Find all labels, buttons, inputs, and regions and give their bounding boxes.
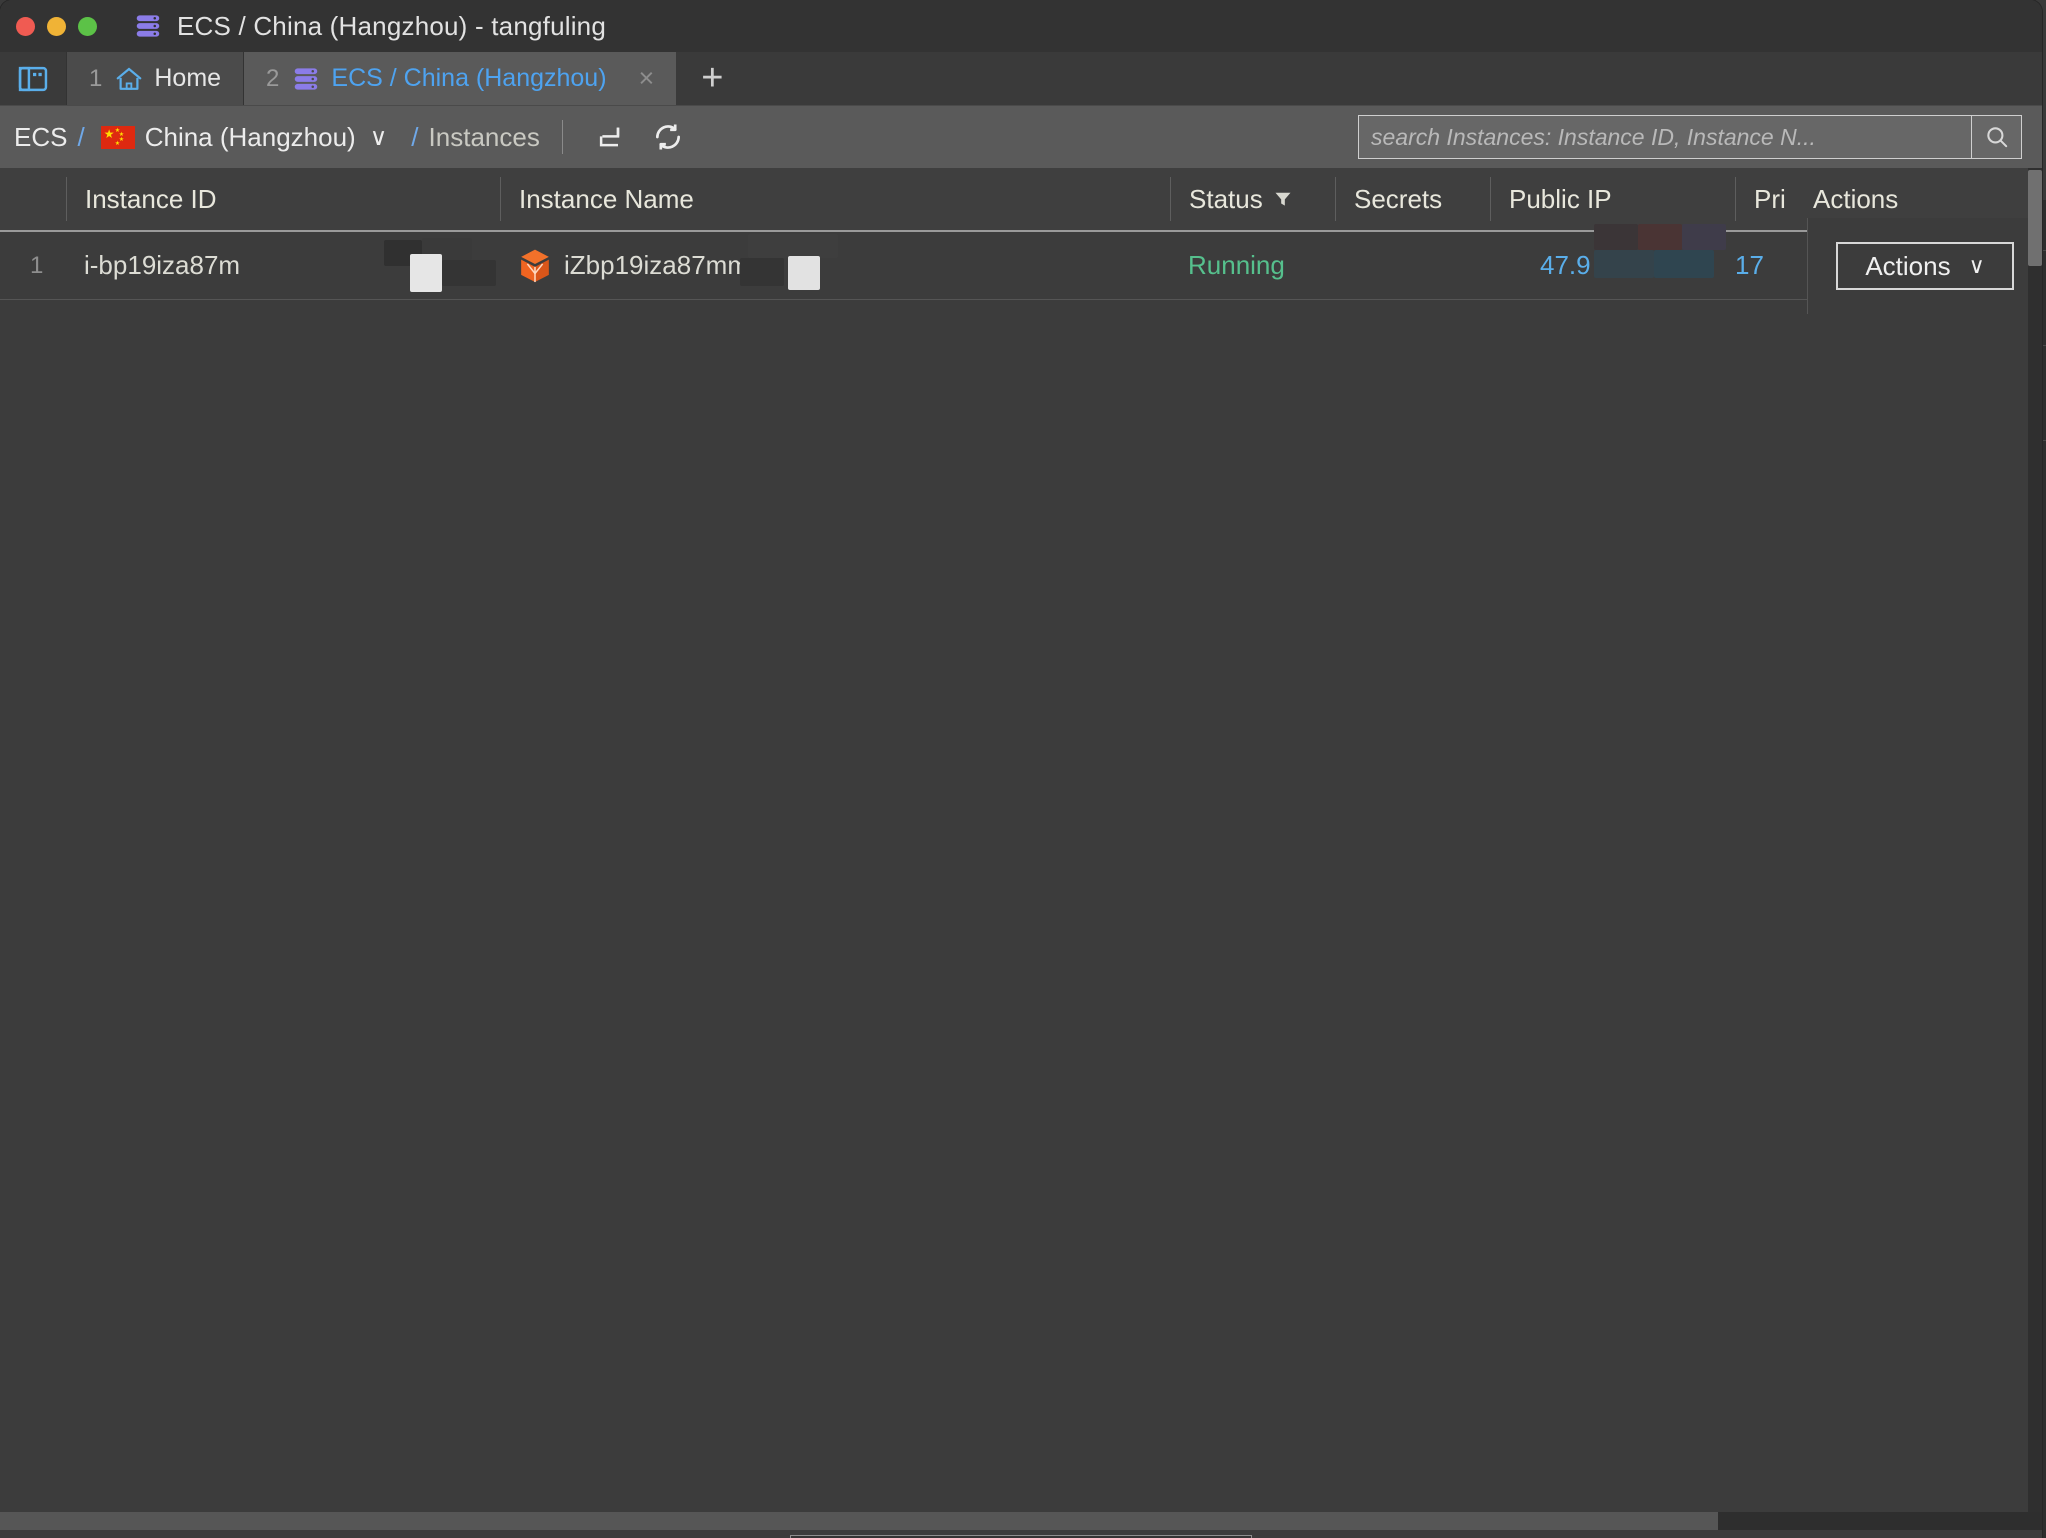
desktop: e li 9a ECS / China (Hangzhou) - t [0, 0, 2046, 1538]
horizontal-scrollbar-thumb[interactable] [0, 1512, 1718, 1530]
column-header-status-label: Status [1189, 183, 1263, 214]
cell-public-ip-text: 47.9 [1540, 250, 1591, 280]
server-icon [133, 11, 163, 41]
column-header-public-ip[interactable]: Public IP [1490, 177, 1735, 221]
application-window: ECS / China (Hangzhou) - tangfuling 1 Ho… [0, 0, 2042, 1538]
status-message: loaded 1 items / total 1 items [790, 1534, 1252, 1538]
cell-instance-id-text: i-bp19iza87m [84, 250, 241, 280]
table-row[interactable]: 1 i-bp19iza87m iZbp19iza87mm Running 47.… [0, 218, 2042, 314]
cell-actions: Actions ∨ [1807, 218, 2042, 314]
breadcrumb-separator-2: / [411, 121, 419, 152]
window-title: ECS / China (Hangzhou) - tangfuling [177, 10, 607, 41]
tab-home-number: 1 [89, 64, 103, 92]
redaction-block [1594, 249, 1654, 278]
redaction-block [384, 239, 422, 266]
window-list-icon[interactable] [0, 52, 66, 105]
tab-bar: 1 Home 2 ECS / China (Hangzhou) × + [0, 52, 2042, 106]
redaction-block [1654, 249, 1714, 278]
cell-public-ip[interactable]: 47.9 [1490, 223, 1735, 300]
maximize-window-button[interactable] [78, 16, 97, 36]
china-flag-icon: ★ ★ ★ ★ ★ [100, 125, 135, 149]
breadcrumb-service[interactable]: ECS [14, 122, 67, 153]
row-index: 1 [30, 251, 44, 279]
cell-instance-name-text: iZbp19iza87mm [564, 250, 749, 280]
server-icon [291, 64, 321, 94]
search-input[interactable] [1359, 116, 1971, 158]
redaction-block [422, 237, 472, 260]
filter-funnel-icon[interactable] [1273, 189, 1293, 209]
column-header-private-ip-label: Pri [1754, 183, 1786, 214]
breadcrumb-toolbar: ECS / ★ ★ ★ ★ ★ China (Hangzhou) ∨ / Ins… [0, 106, 2042, 168]
redaction-block [442, 259, 496, 286]
column-header-status[interactable]: Status [1170, 177, 1335, 221]
column-header-index [0, 177, 66, 221]
tab-bar-empty-space [748, 52, 2042, 105]
chevron-down-icon: ∨ [1968, 253, 1985, 278]
cell-instance-id[interactable]: i-bp19iza87m [66, 232, 500, 300]
vertical-scrollbar[interactable] [2028, 168, 2042, 1530]
cell-instance-name[interactable]: iZbp19iza87mm [500, 232, 1170, 300]
orange-cube-icon [518, 248, 552, 284]
close-icon[interactable]: × [639, 65, 655, 92]
redaction-block [410, 253, 442, 292]
refresh-icon[interactable] [645, 114, 691, 160]
column-header-actions: Actions [1803, 177, 2038, 221]
column-header-private-ip[interactable]: Pri [1735, 177, 1803, 221]
instances-table: Instance ID Instance Name Status Secrets [0, 168, 2042, 1530]
tab-ecs-number: 2 [266, 64, 280, 92]
redaction-block [748, 233, 838, 258]
actions-button-label: Actions [1865, 250, 1951, 281]
column-header-instance-name[interactable]: Instance Name [500, 177, 1170, 221]
close-window-button[interactable] [16, 16, 35, 36]
column-header-public-ip-label: Public IP [1509, 183, 1612, 214]
title-bar: ECS / China (Hangzhou) - tangfuling [0, 0, 2042, 52]
table-header-row: Instance ID Instance Name Status Secrets [0, 168, 2042, 232]
toolbar-divider [561, 120, 563, 154]
new-tab-button[interactable]: + [676, 52, 749, 105]
cell-private-ip[interactable]: 17 [1735, 232, 1803, 300]
actions-button[interactable]: Actions ∨ [1836, 242, 2014, 290]
chevron-down-icon[interactable]: ∨ [370, 123, 388, 152]
horizontal-scrollbar[interactable] [0, 1512, 2042, 1530]
redaction-block [788, 255, 820, 290]
breadcrumb-region[interactable]: China (Hangzhou) [145, 122, 356, 153]
cell-status: Running [1188, 250, 1285, 280]
column-header-instance-id[interactable]: Instance ID [66, 177, 500, 221]
vertical-scrollbar-thumb[interactable] [2028, 170, 2042, 266]
minimize-window-button[interactable] [47, 16, 66, 36]
breadcrumb-resource[interactable]: Instances [429, 122, 540, 153]
column-header-instance-name-label: Instance Name [519, 183, 694, 214]
column-header-actions-label: Actions [1813, 183, 1899, 214]
column-header-secrets-label: Secrets [1354, 183, 1443, 214]
column-header-secrets[interactable]: Secrets [1335, 177, 1490, 221]
home-icon [114, 65, 144, 93]
search-box[interactable] [1358, 115, 2022, 159]
search-icon[interactable] [1971, 116, 2021, 158]
tab-ecs-label: ECS / China (Hangzhou) [331, 64, 607, 92]
tab-ecs-china-hangzhou[interactable]: 2 ECS / China (Hangzhou) × [243, 52, 677, 105]
return-arrow-icon[interactable] [585, 114, 631, 160]
breadcrumb-separator-1: / [77, 121, 85, 152]
tab-home[interactable]: 1 Home [66, 52, 244, 105]
cell-secrets[interactable] [1335, 232, 1490, 300]
column-header-instance-id-label: Instance ID [85, 183, 217, 214]
tab-home-label: Home [154, 64, 222, 92]
status-bar: loaded 1 items / total 1 items CSDN @tan… [0, 1530, 2042, 1538]
